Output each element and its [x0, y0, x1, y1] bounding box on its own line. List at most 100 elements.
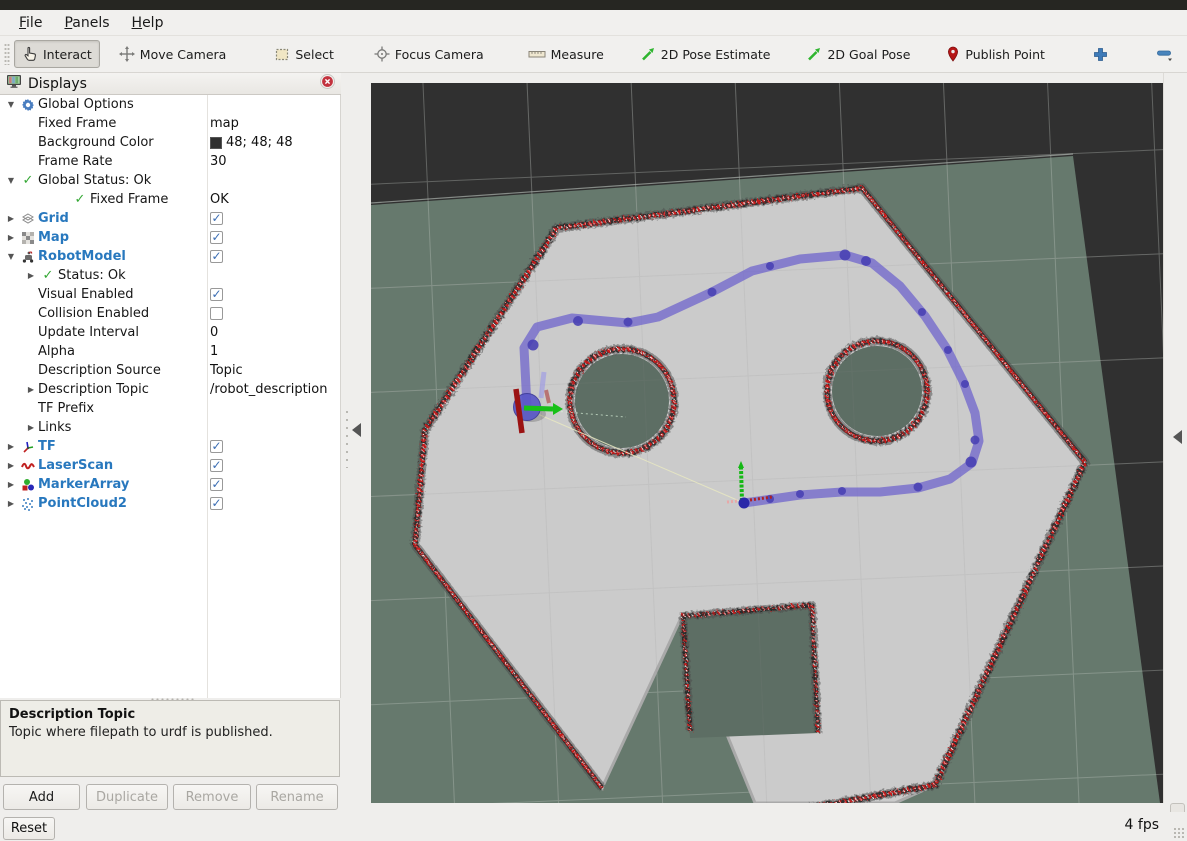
panel-splitter[interactable]: [341, 73, 371, 803]
tree-row-tf[interactable]: ▶ TF ✓: [0, 437, 340, 456]
row-label: Alpha: [38, 344, 75, 359]
publish-point-tool-button[interactable]: Publish Point: [939, 41, 1052, 67]
expander-right-icon[interactable]: ▶: [24, 385, 38, 394]
close-panel-button[interactable]: [320, 74, 335, 93]
menu-bar: File Panels Help: [0, 10, 1187, 36]
reset-button[interactable]: Reset: [3, 817, 55, 840]
tree-row-description-source[interactable]: Description SourceTopic: [0, 361, 340, 380]
property-value[interactable]: /robot_description: [210, 380, 327, 399]
rename-display-button[interactable]: Rename: [256, 784, 338, 810]
add-tool-button[interactable]: [1086, 42, 1115, 67]
row-label: Collision Enabled: [38, 306, 149, 321]
expander-down-icon[interactable]: ▼: [4, 100, 18, 109]
laserscan-icon: [18, 459, 38, 473]
tree-row-robotmodel[interactable]: ▼RobotModel✓: [0, 247, 340, 266]
property-description-box: Description Topic Topic where filepath t…: [0, 700, 340, 777]
enabled-checkbox[interactable]: ✓: [210, 285, 223, 304]
move-camera-tool-button[interactable]: Move Camera: [112, 41, 234, 67]
enabled-checkbox[interactable]: [210, 304, 223, 323]
menu-help[interactable]: Help: [123, 12, 173, 34]
row-label: TF: [38, 439, 56, 454]
row-label: Global Options: [38, 97, 134, 112]
tree-row-laserscan[interactable]: ▶ LaserScan ✓: [0, 456, 340, 475]
tree-row-fixed-frame[interactable]: ✓Fixed FrameOK: [0, 190, 340, 209]
displays-tree[interactable]: ▼Global OptionsFixed FramemapBackground …: [0, 95, 341, 698]
resize-grip[interactable]: [1173, 827, 1185, 839]
pose-estimate-tool-button[interactable]: 2D Pose Estimate: [633, 41, 778, 67]
expander-right-icon[interactable]: ▶: [24, 423, 38, 432]
property-value[interactable]: 48; 48; 48: [210, 133, 293, 152]
remove-display-button[interactable]: Remove: [173, 784, 251, 810]
rviz-window: File Panels Help Interact Move Camera Se…: [0, 0, 1187, 841]
property-value[interactable]: map: [210, 114, 239, 133]
row-label: MarkerArray: [38, 477, 129, 492]
window-frame-strip: [0, 0, 1187, 10]
enabled-checkbox[interactable]: ✓: [210, 475, 223, 494]
enabled-checkbox[interactable]: ✓: [210, 247, 223, 266]
enabled-checkbox[interactable]: ✓: [210, 209, 223, 228]
displays-panel-icon: [6, 74, 22, 93]
tree-row-update-interval[interactable]: Update Interval0: [0, 323, 340, 342]
select-tool-button[interactable]: Select: [267, 41, 341, 67]
menu-panels[interactable]: Panels: [55, 12, 118, 34]
property-value[interactable]: 0: [210, 323, 218, 342]
tf-icon: [18, 440, 38, 454]
remove-tool-button[interactable]: [1149, 41, 1181, 67]
tree-row-tf-prefix[interactable]: TF Prefix: [0, 399, 340, 418]
tree-row-frame-rate[interactable]: Frame Rate 30: [0, 152, 340, 171]
property-value[interactable]: 30: [210, 152, 227, 171]
check-icon: ✓: [38, 268, 58, 283]
right-panel-splitter[interactable]: [1163, 73, 1187, 803]
expander-down-icon[interactable]: ▼: [4, 176, 18, 185]
add-display-button[interactable]: Add: [3, 784, 80, 810]
focus-camera-tool-button[interactable]: Focus Camera: [367, 41, 491, 67]
enabled-checkbox[interactable]: ✓: [210, 456, 223, 475]
tree-row-fixed-frame[interactable]: Fixed Framemap: [0, 114, 340, 133]
3d-viewport[interactable]: [371, 83, 1163, 803]
enabled-checkbox[interactable]: ✓: [210, 437, 223, 456]
measure-tool-button[interactable]: Measure: [521, 42, 611, 67]
tree-row-status-ok[interactable]: ▶✓Status: Ok: [0, 266, 340, 285]
toolbar-grip[interactable]: [4, 43, 10, 65]
green-arrow-icon: [806, 46, 822, 62]
tree-row-description-topic[interactable]: ▶Description Topic/robot_description: [0, 380, 340, 399]
tree-row-pointcloud2[interactable]: ▶PointCloud2✓: [0, 494, 340, 513]
expander-right-icon[interactable]: ▶: [4, 214, 18, 223]
row-label: Grid: [38, 211, 69, 226]
tree-row-global-status-ok[interactable]: ▼✓Global Status: Ok: [0, 171, 340, 190]
tree-row-visual-enabled[interactable]: Visual Enabled✓: [0, 285, 340, 304]
collapse-left-icon[interactable]: [352, 423, 361, 437]
duplicate-display-button[interactable]: Duplicate: [86, 784, 168, 810]
tree-row-alpha[interactable]: Alpha 1: [0, 342, 340, 361]
menu-file[interactable]: File: [10, 12, 51, 34]
expander-right-icon[interactable]: ▶: [4, 461, 18, 470]
property-value[interactable]: Topic: [210, 361, 243, 380]
interact-tool-button[interactable]: Interact: [14, 40, 100, 68]
expander-down-icon[interactable]: ▼: [4, 252, 18, 261]
row-label: Background Color: [38, 135, 154, 150]
row-label: LaserScan: [38, 458, 113, 473]
displays-panel-titlebar[interactable]: Displays: [0, 73, 341, 95]
tree-row-map[interactable]: ▶Map✓: [0, 228, 340, 247]
selection-box-icon: [274, 46, 290, 62]
expander-right-icon[interactable]: ▶: [4, 480, 18, 489]
status-bar: Reset 4 fps: [0, 812, 1187, 841]
tree-row-links[interactable]: ▶Links: [0, 418, 340, 437]
tree-row-collision-enabled[interactable]: Collision Enabled: [0, 304, 340, 323]
tree-row-global-options[interactable]: ▼ Global Options: [0, 95, 340, 114]
expander-right-icon[interactable]: ▶: [24, 271, 38, 280]
expander-right-icon[interactable]: ▶: [4, 442, 18, 451]
row-label: TF Prefix: [38, 401, 94, 416]
row-label: Frame Rate: [38, 154, 112, 169]
tree-row-markerarray[interactable]: ▶ MarkerArray ✓: [0, 475, 340, 494]
collapse-right-icon[interactable]: [1173, 430, 1182, 444]
property-value[interactable]: 1: [210, 342, 218, 361]
robot-icon: [18, 250, 38, 264]
tree-row-grid[interactable]: ▶ Grid ✓: [0, 209, 340, 228]
goal-pose-tool-button[interactable]: 2D Goal Pose: [799, 41, 917, 67]
enabled-checkbox[interactable]: ✓: [210, 494, 223, 513]
enabled-checkbox[interactable]: ✓: [210, 228, 223, 247]
tree-row-background-color[interactable]: Background Color 48; 48; 48: [0, 133, 340, 152]
expander-right-icon[interactable]: ▶: [4, 233, 18, 242]
expander-right-icon[interactable]: ▶: [4, 499, 18, 508]
